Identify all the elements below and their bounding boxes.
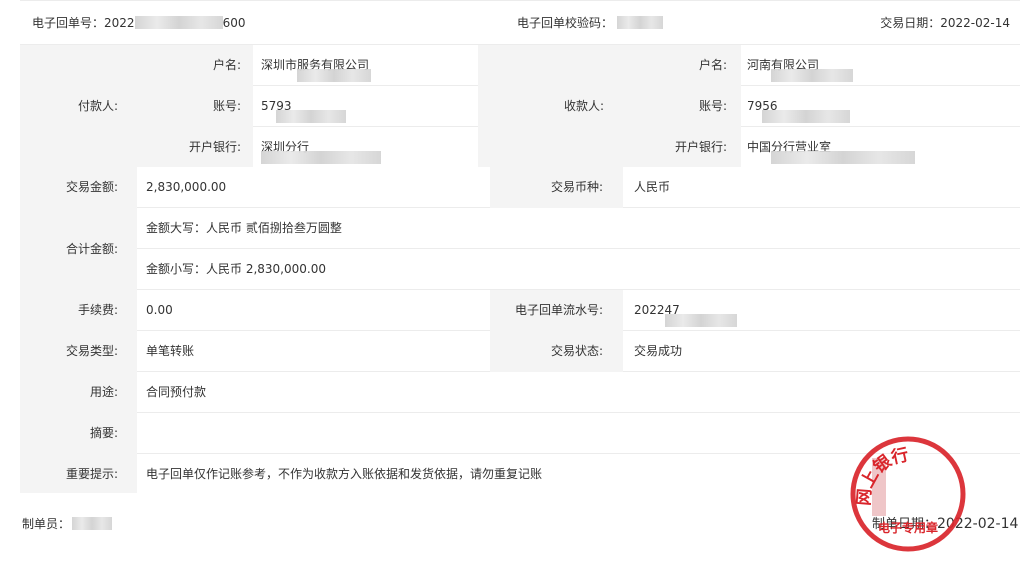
payer-section-label: 付款人:: [77, 99, 118, 113]
bank-receipt-page: 电子回单号：2022 600 电子回单校验码： 交易日期：2022-02-14 付…: [0, 0, 1031, 580]
currency-cell: 人民币: [623, 167, 1020, 208]
payer-bank-cell: 深圳分行: [253, 127, 478, 168]
redacted-block: [72, 517, 113, 530]
payee-name: 河南 有限公司: [747, 57, 854, 82]
payee-name-label: 户名:: [698, 58, 727, 72]
payee-bank: 中国 分行营业室: [747, 139, 916, 164]
payer-bank: 深圳分行: [261, 139, 381, 164]
receipt-body: 付款人: 收款人: 户名: 深圳市 服务有限公司 账号: 57 93 开户银行: 深…: [20, 44, 1020, 493]
payer-name-label: 户名:: [212, 58, 241, 72]
payer-name-start: 深圳市: [261, 58, 298, 72]
payer-bank-label-cell: 开户银行:: [137, 127, 253, 167]
payer-account-label: 账号:: [212, 99, 241, 113]
fee-row: 手续费: 0.00 电子回单流水号: 2022 47: [20, 290, 1020, 331]
purpose-value: 合同预付款: [146, 385, 207, 399]
total-upper-cell: 金额大写：人民币 贰佰捌拾叁万圆整: [137, 208, 1020, 249]
redacted-block: [134, 16, 223, 29]
serial-cell: 2022 47: [623, 290, 1020, 331]
payer-account-start: 57: [261, 99, 277, 113]
amount-label: 交易金额:: [65, 180, 118, 194]
redacted-block: [297, 69, 372, 82]
total-amount-lower: 金额小写：人民币 2,830,000.00: [146, 262, 326, 276]
bank-seal: 网上银行 电子专用章: [850, 436, 966, 552]
transaction-date-label: 交易日期：: [880, 16, 941, 30]
tx-type-row: 交易类型: 单笔转账 交易状态: 交易成功: [20, 331, 1020, 372]
purpose-cell: 合同预付款: [137, 372, 1020, 413]
payee-account-label-cell: 账号:: [623, 86, 741, 127]
party-block: 付款人: 收款人: 户名: 深圳市 服务有限公司 账号: 57 93 开户银行: 深…: [20, 45, 1020, 168]
payee-name-cell: 河南 有限公司: [741, 45, 1020, 86]
purpose-row: 用途: 合同预付款: [20, 372, 1020, 413]
maker-field: 制单员：: [22, 516, 113, 532]
redacted-block: [617, 16, 664, 29]
payee-account-start: 79: [747, 99, 763, 113]
transaction-date: 交易日期：2022-02-14: [880, 15, 1010, 31]
tx-type-label: 交易类型:: [65, 344, 118, 358]
verify-code-label: 电子回单校验码：: [517, 16, 614, 30]
tx-status-label: 交易状态:: [550, 344, 603, 358]
payer-account-cell: 57 93: [253, 86, 478, 127]
redacted-block: [261, 151, 381, 164]
tx-type-cell: 单笔转账: [137, 331, 490, 372]
seal-bottom-text: 电子专用章: [878, 520, 938, 535]
amount-cell: 2,830,000.00: [137, 167, 490, 208]
maker-label: 制单员：: [22, 517, 71, 531]
receipt-number-end: 600: [222, 16, 246, 30]
payer-account: 57 93: [261, 98, 347, 123]
serial-label: 电子回单流水号:: [514, 303, 603, 317]
payee-account-cell: 79 56: [741, 86, 1020, 127]
payee-bank-start: 中国: [747, 140, 772, 154]
fee-label: 手续费:: [77, 303, 118, 317]
receipt-number-label: 电子回单号：: [32, 16, 105, 30]
tx-status-cell: 交易成功: [623, 331, 1020, 372]
payer-name-label-cell: 户名:: [137, 45, 253, 86]
payee-bank-label: 开户银行:: [674, 140, 727, 154]
payee-bank-cell: 中国 分行营业室: [741, 127, 1020, 168]
redacted-block: [762, 110, 851, 123]
payer-bank-label: 开户银行:: [188, 140, 241, 154]
fee-cell: 0.00: [137, 290, 490, 331]
total-amount-upper: 金额大写：人民币 贰佰捌拾叁万圆整: [146, 221, 342, 235]
total-amount-row: 合计金额: 金额大写：人民币 贰佰捌拾叁万圆整 金额小写：人民币 2,830,0…: [20, 208, 1020, 290]
redacted-block: [771, 151, 916, 164]
payee-name-label-cell: 户名:: [623, 45, 741, 86]
payee-account: 79 56: [747, 98, 851, 123]
payee-bank-label-cell: 开户银行:: [623, 127, 741, 167]
currency-label: 交易币种:: [550, 180, 603, 194]
tx-type-value: 单笔转账: [146, 344, 195, 358]
payer-name: 深圳市 服务有限公司: [261, 57, 372, 82]
total-lower-cell: 金额小写：人民币 2,830,000.00: [137, 249, 1020, 290]
receipt-number: 电子回单号：2022 600: [32, 15, 245, 31]
fee-value: 0.00: [146, 303, 173, 317]
amount-row: 交易金额: 2,830,000.00 交易币种: 人民币: [20, 167, 1020, 208]
serial-start: 2022: [634, 303, 665, 317]
payer-name-cell: 深圳市 服务有限公司: [253, 45, 478, 86]
redacted-block: [276, 110, 347, 123]
payer-account-label-cell: 账号:: [137, 86, 253, 127]
amount-value: 2,830,000.00: [146, 180, 227, 194]
payee-section-label: 收款人:: [563, 99, 604, 113]
payee-name-start: 河南: [747, 58, 772, 72]
receipt-number-start: 2022: [104, 16, 135, 30]
payee-account-label: 账号:: [698, 99, 727, 113]
redacted-block: [664, 314, 737, 327]
notice-label: 重要提示:: [65, 467, 118, 481]
summary-label: 摘要:: [89, 426, 118, 440]
tx-status-value: 交易成功: [634, 344, 683, 358]
verify-code: 电子回单校验码：: [517, 15, 664, 31]
notice-value: 电子回单仅作记账参考，不作为收款方入账依据和发货依据，请勿重复记账: [146, 467, 543, 481]
transaction-date-value: 2022-02-14: [940, 16, 1010, 30]
currency-value: 人民币: [634, 180, 671, 194]
purpose-label: 用途:: [89, 385, 118, 399]
redacted-block: [771, 69, 854, 82]
serial-value: 2022 47: [634, 302, 737, 327]
receipt-header: 电子回单号：2022 600 电子回单校验码： 交易日期：2022-02-14: [20, 0, 1020, 45]
total-amount-label: 合计金额:: [65, 242, 118, 256]
